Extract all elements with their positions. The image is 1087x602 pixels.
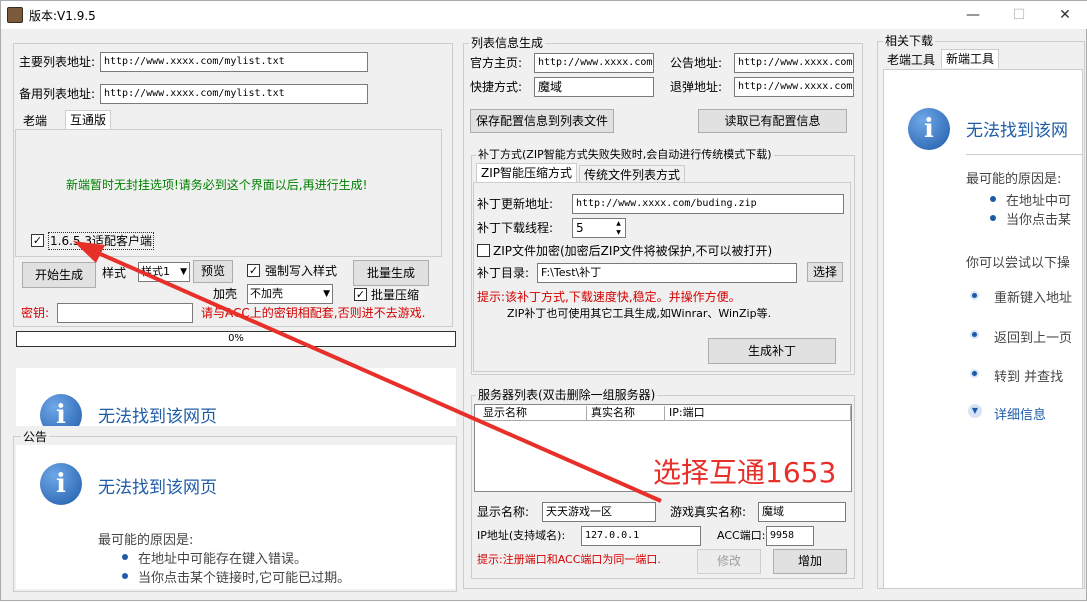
red-arrow-icon — [73, 241, 662, 503]
annotation-text: 选择互通1653 — [653, 456, 837, 489]
app-window: 版本:V1.9.5 — ☐ ✕ 主要列表地址: http://www.xxxx.… — [0, 0, 1087, 601]
